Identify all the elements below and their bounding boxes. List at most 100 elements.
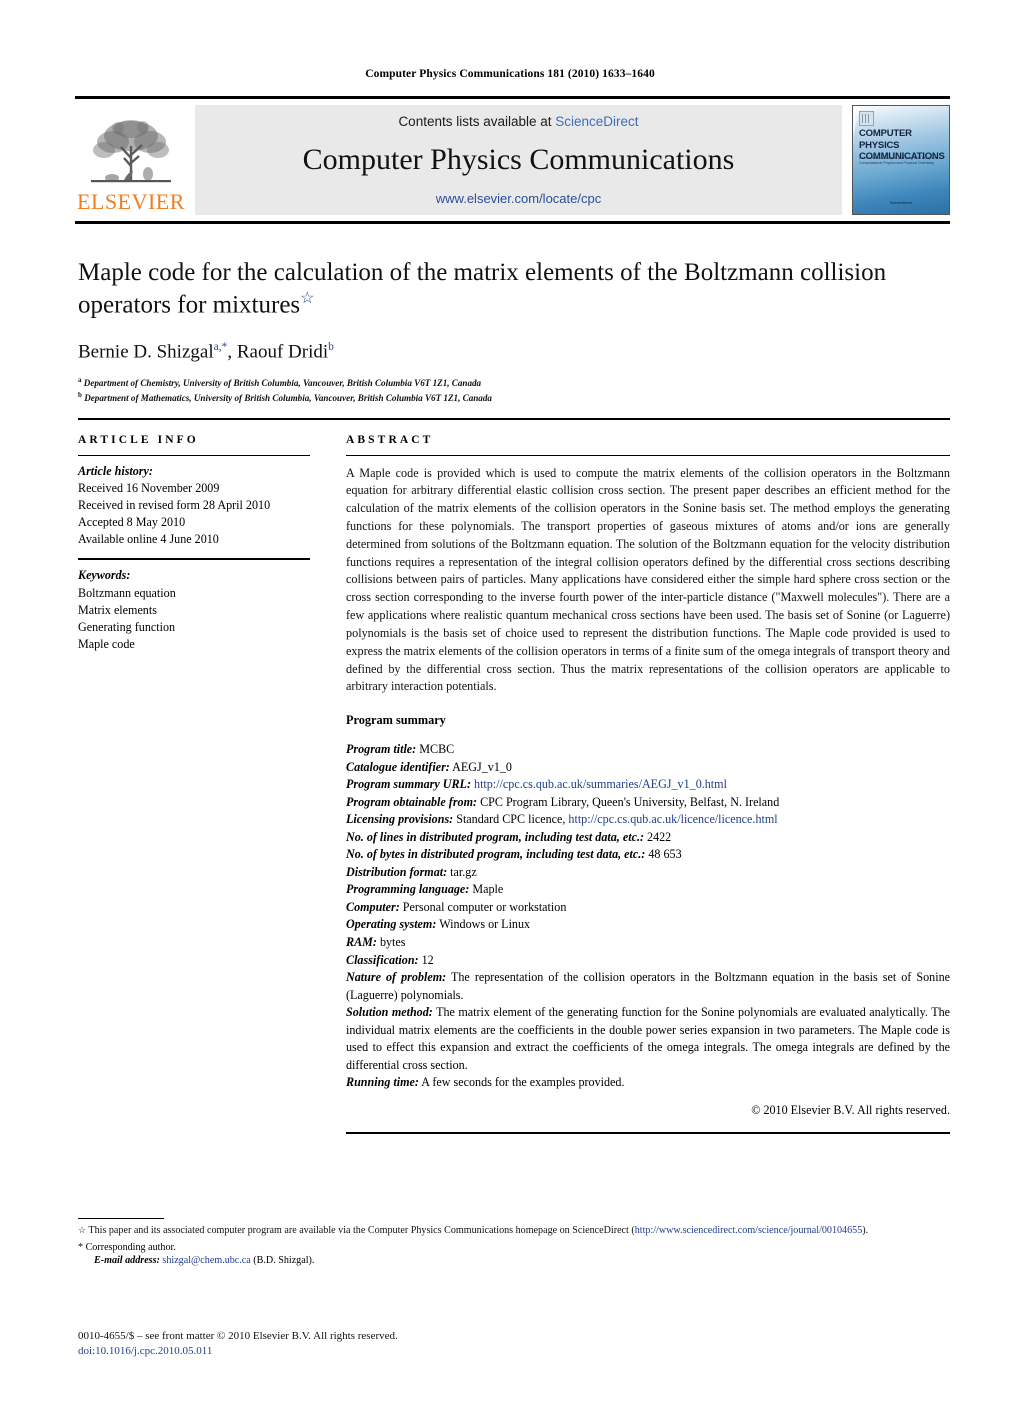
program-summary-row: Nature of problem: The representation of… (346, 969, 950, 1004)
program-summary-key: Operating system: (346, 917, 437, 932)
author-name-1: Bernie D. Shizgal (78, 341, 214, 363)
program-summary-key: Programming language: (346, 882, 470, 897)
title-footnote-marker[interactable]: ☆ (300, 290, 314, 307)
program-summary-value: Standard CPC licence, (456, 812, 569, 827)
affiliation-mark-b: b (78, 391, 82, 400)
program-summary-value: CPC Program Library, Queen's University,… (480, 794, 780, 809)
cover-publisher-mark-icon (859, 111, 874, 126)
paper-title-text: Maple code for the calculation of the ma… (78, 259, 887, 319)
article-info-heading: ARTICLE INFO (78, 433, 199, 446)
footnote-block: ☆ This paper and its associated computer… (78, 1218, 950, 1266)
running-head: Computer Physics Communications 181 (201… (365, 68, 655, 80)
footnote-star: ☆ This paper and its associated computer… (78, 1224, 950, 1238)
program-summary-list: Program title: MCBC Catalogue identifier:… (346, 741, 950, 1092)
program-summary-value: Maple (472, 882, 504, 897)
program-summary-key: Catalogue identifier: (346, 759, 450, 774)
program-summary-key: Program obtainable from: (346, 794, 478, 809)
sciencedirect-link[interactable]: ScienceDirect (555, 114, 638, 129)
copyright-line: © 2010 Elsevier B.V. All rights reserved… (751, 1102, 950, 1117)
program-summary-key: No. of lines in distributed program, inc… (346, 829, 644, 844)
article-history-label: Article history: (78, 463, 153, 478)
keyword-2: Generating function (78, 619, 176, 634)
program-summary-row: RAM: bytes (346, 934, 950, 952)
program-summary-row: Classification: 12 (346, 952, 950, 970)
journal-cover-thumbnail[interactable]: COMPUTER PHYSICS COMMUNICATIONS An Inter… (852, 105, 950, 215)
article-history-group: Article history: Received 16 November 20… (78, 463, 310, 549)
program-summary-value: 48 653 (648, 847, 682, 862)
program-summary-value: Personal computer or workstation (402, 899, 567, 914)
program-summary-row: Program obtainable from: CPC Program Lib… (346, 794, 950, 812)
program-summary-row: Programming language: Maple (346, 881, 950, 899)
divider-info-top (78, 454, 310, 456)
footnote-star-marker: ☆ (78, 1225, 87, 1235)
program-summary-row: Distribution format: tar.gz (346, 864, 950, 882)
program-summary-row: Licensing provisions: Standard CPC licen… (346, 811, 950, 829)
footnote-divider (78, 1218, 164, 1219)
keyword-1: Matrix elements (78, 602, 157, 617)
program-summary-value: MCBC (419, 742, 455, 757)
journal-title: Computer Physics Communications (302, 143, 735, 177)
keywords-label: Keywords: (78, 568, 131, 583)
author-list: Bernie D. Shizgala,*, Raouf Dridib (78, 340, 334, 363)
journal-homepage-link[interactable]: www.elsevier.com/locate/cpc (436, 191, 601, 206)
program-summary-value-link[interactable]: http://cpc.cs.qub.ac.uk/licence/licence.… (568, 812, 777, 826)
journal-header-center: Contents lists available at ScienceDirec… (195, 105, 842, 215)
footnote-star-text-post: ). (862, 1225, 869, 1236)
divider-under-authors (78, 417, 950, 420)
abstract-column: ABSTRACT A Maple code is provided which … (346, 434, 950, 1134)
program-summary-value[interactable]: http://cpc.cs.qub.ac.uk/summaries/AEGJ_v… (474, 777, 727, 791)
program-summary-value: A few seconds for the examples provided. (421, 1075, 625, 1090)
program-summary-value: Windows or Linux (439, 917, 531, 932)
program-summary-key: Licensing provisions: (346, 812, 454, 827)
abstract-text: A Maple code is provided which is used t… (346, 465, 950, 694)
author-marks-2[interactable]: b (328, 341, 334, 353)
program-summary-value: The matrix element of the generating fun… (346, 1005, 951, 1072)
affiliation-text-b: Department of Mathematics, University of… (84, 393, 492, 404)
issn-line: 0010-4655/$ – see front matter © 2010 El… (78, 1330, 398, 1342)
elsevier-tree-icon (91, 120, 171, 183)
program-summary-row: Program title: MCBC (346, 741, 950, 759)
program-summary-key: Computer: (346, 899, 400, 914)
program-summary-row: Running time: A few seconds for the exam… (346, 1074, 950, 1092)
divider-abstract-bottom (346, 1131, 950, 1134)
footnote-corresponding: * Corresponding author. (78, 1242, 950, 1253)
abstract-heading: ABSTRACT (346, 433, 434, 446)
program-summary-value: tar.gz (450, 864, 477, 879)
program-summary-heading: Program summary (346, 713, 446, 728)
program-summary-key: RAM: (346, 934, 377, 949)
title-block: Maple code for the calculation of the ma… (78, 258, 948, 406)
program-summary-row: Operating system: Windows or Linux (346, 916, 950, 934)
affiliation-text-a: Department of Chemistry, University of B… (83, 378, 482, 389)
program-summary-key: Nature of problem: (346, 970, 447, 985)
page-title: Maple code for the calculation of the ma… (78, 258, 948, 321)
program-summary-value: 12 (421, 952, 434, 967)
footnote-star-text: This paper and its associated computer p… (88, 1225, 635, 1236)
program-summary-key: Solution method: (346, 1005, 433, 1020)
corresponding-marker: * (78, 1242, 84, 1254)
footnote-star-link[interactable]: http://www.sciencedirect.com/science/jou… (635, 1225, 863, 1236)
contents-prefix: Contents lists available at (398, 114, 556, 129)
info-abstract-columns: ARTICLE INFO Article history: Received 1… (78, 434, 950, 1134)
keywords-group: Keywords: Boltzmann equation Matrix elem… (78, 567, 310, 653)
program-summary-row: Catalogue identifier: AEGJ_v1_0 (346, 759, 950, 777)
divider-abstract-top (346, 454, 950, 456)
doi-link[interactable]: doi:10.1016/j.cpc.2010.05.011 (78, 1345, 398, 1357)
program-summary-row: Program summary URL: http://cpc.cs.qub.a… (346, 776, 950, 794)
cover-subtitle-text: An International Journal and Program Lib… (859, 156, 936, 165)
author-name-2: Raouf Dridi (236, 341, 329, 363)
author-marks-1[interactable]: a,* (214, 341, 228, 353)
journal-header: ELSEVIER Contents lists available at Sci… (75, 96, 950, 224)
email-suffix: (B.D. Shizgal). (253, 1255, 315, 1267)
imprint-block: 0010-4655/$ – see front matter © 2010 El… (78, 1330, 398, 1357)
history-item-1: Received in revised form 28 April 2010 (78, 497, 271, 512)
email-link[interactable]: shizgal@chem.ubc.ca (162, 1255, 250, 1266)
program-summary-key: No. of bytes in distributed program, inc… (346, 847, 646, 862)
program-summary-key: Program summary URL: (346, 777, 471, 792)
program-summary-row: No. of lines in distributed program, inc… (346, 829, 950, 847)
affiliation-a: a Department of Chemistry, University of… (78, 375, 948, 390)
history-item-3: Available online 4 June 2010 (78, 532, 219, 547)
elsevier-logo: ELSEVIER (75, 105, 187, 215)
affiliation-b: b Department of Mathematics, University … (78, 390, 948, 405)
keyword-0: Boltzmann equation (78, 585, 176, 600)
email-label: E-mail address: (94, 1255, 160, 1267)
